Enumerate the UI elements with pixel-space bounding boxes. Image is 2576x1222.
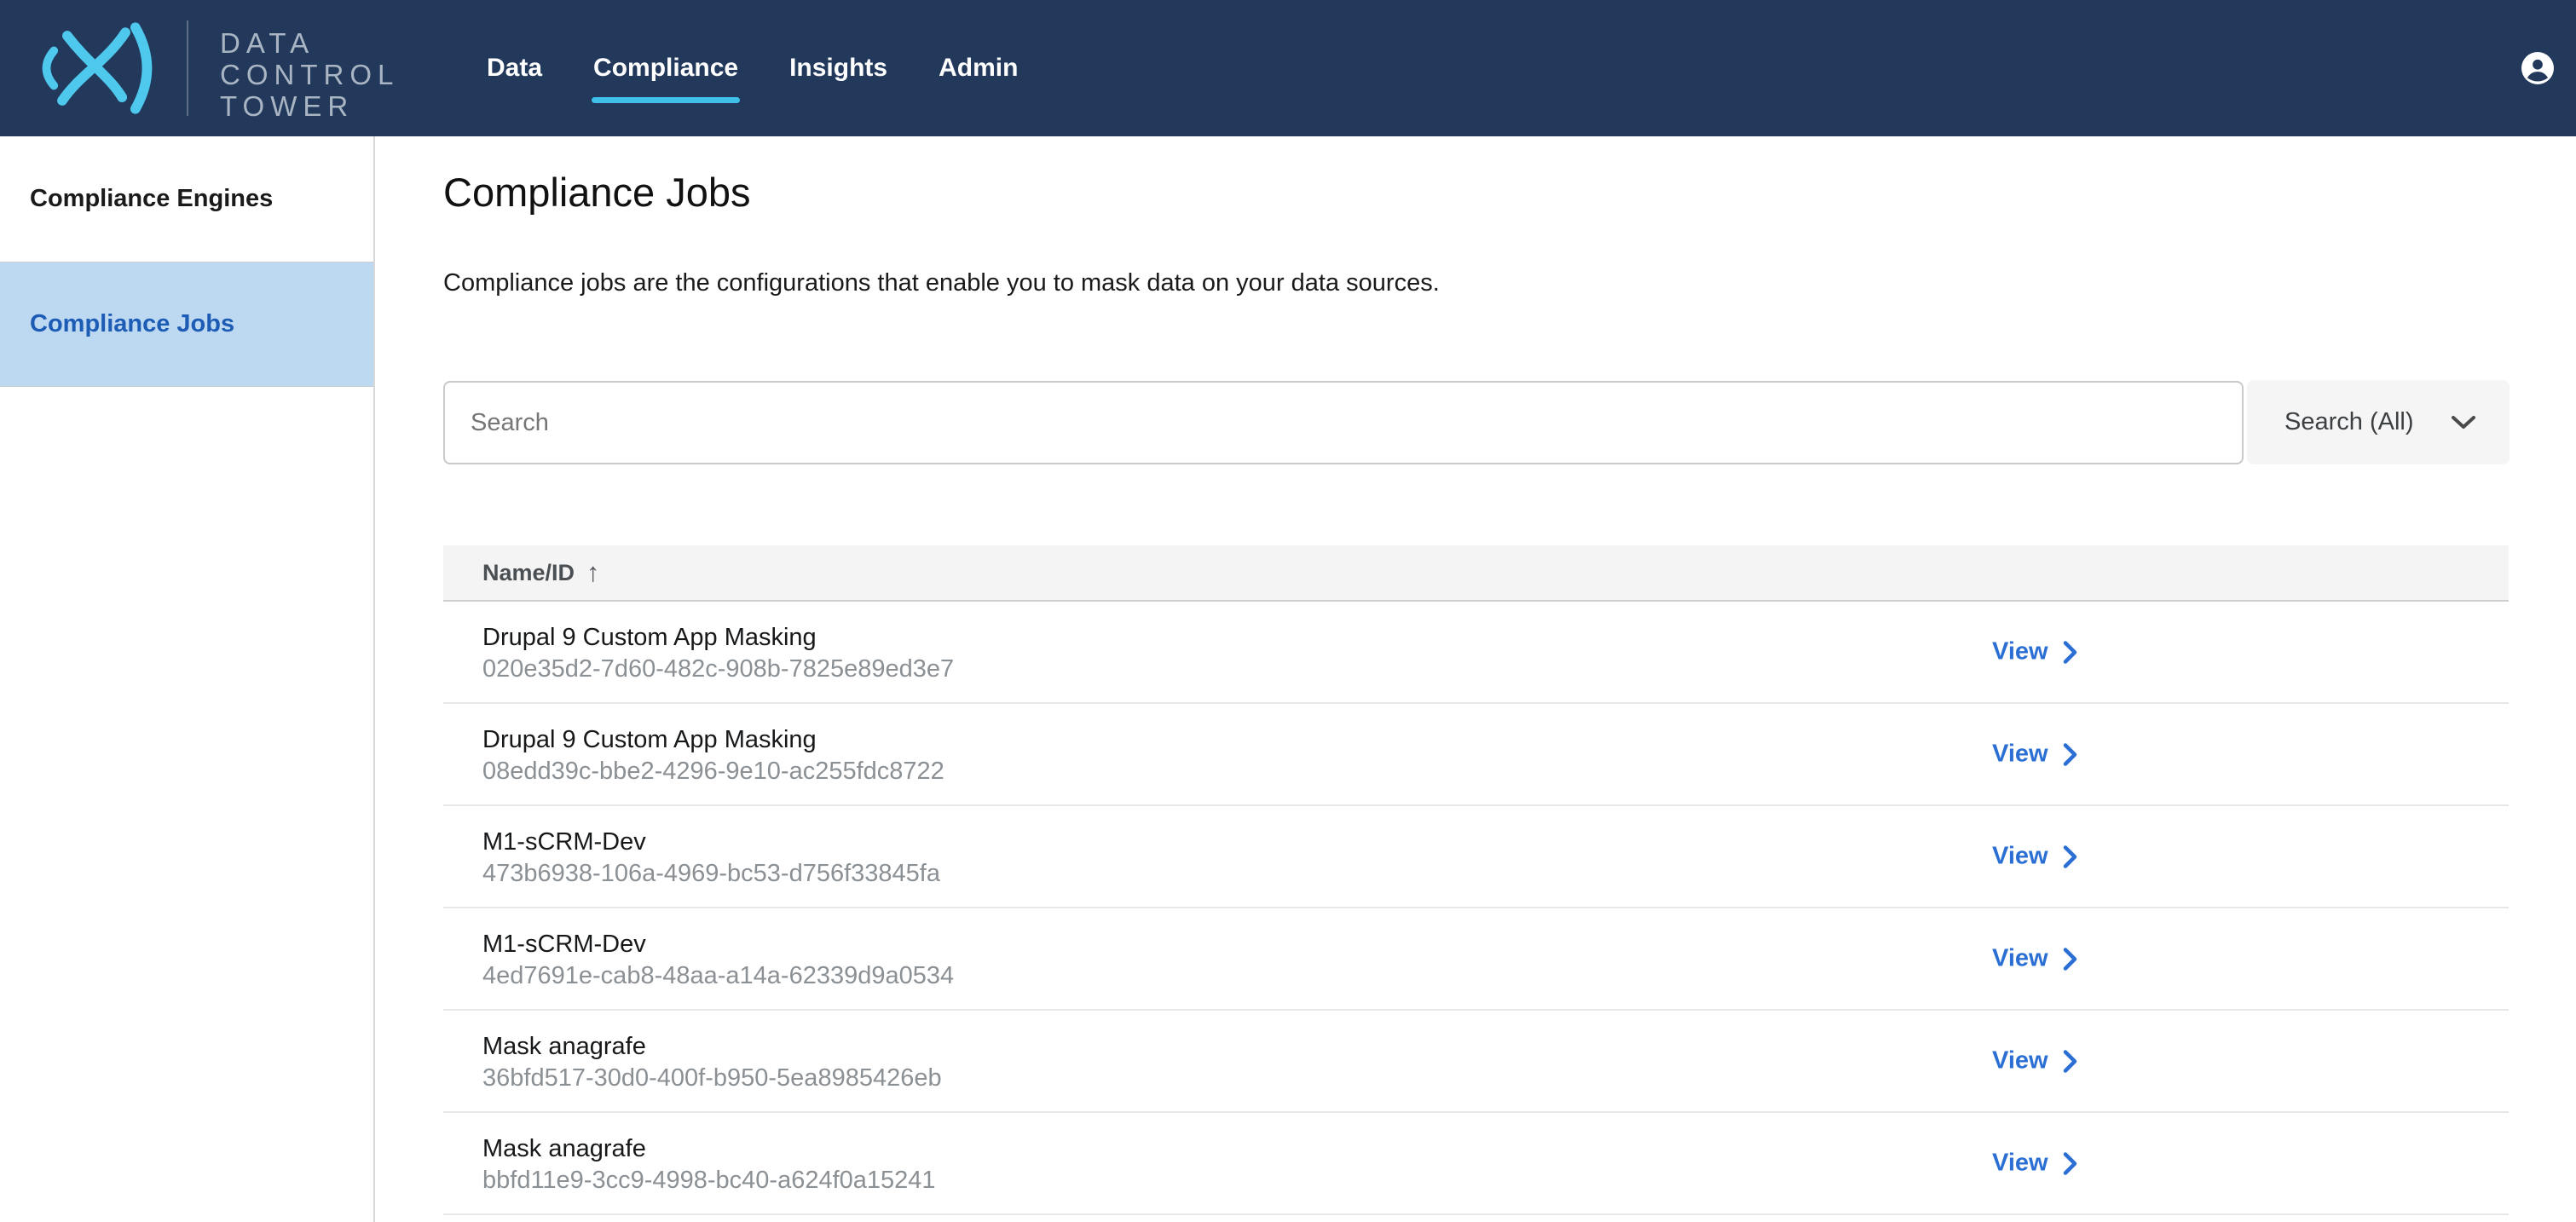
account-circle-icon[interactable] xyxy=(2521,52,2554,84)
logo-wordmark: DATA CONTROL TOWER xyxy=(220,27,399,122)
chevron-right-icon xyxy=(2062,639,2078,665)
view-link[interactable]: View xyxy=(1992,945,2078,973)
view-link-label: View xyxy=(1992,638,2048,666)
compliance-sidebar: Compliance Engines Compliance Jobs xyxy=(0,136,375,1222)
job-id: 473b6938-106a-4969-bc53-d756f33845fa xyxy=(482,858,2509,890)
top-navbar: DATA CONTROL TOWER Data Compliance Insig… xyxy=(0,0,2576,136)
search-scope-dropdown[interactable]: Search (All) xyxy=(2247,380,2510,464)
table-row: Drupal 9 Custom App Masking 020e35d2-7d6… xyxy=(443,602,2509,704)
view-link[interactable]: View xyxy=(1992,1150,2078,1178)
table-row: M1-sCRM-Dev 4ed7691e-cab8-48aa-a14a-6233… xyxy=(443,908,2509,1011)
view-link[interactable]: View xyxy=(1992,1047,2078,1075)
column-header-name-id[interactable]: Name/ID xyxy=(482,560,575,586)
table-row: Mask anagrafe 36bfd517-30d0-400f-b950-5e… xyxy=(443,1011,2509,1113)
chevron-down-icon xyxy=(2450,414,2477,431)
search-input[interactable] xyxy=(443,381,2244,464)
nav-item-compliance[interactable]: Compliance xyxy=(593,54,738,83)
view-link[interactable]: View xyxy=(1992,741,2078,769)
table-row: Drupal 9 Custom App Masking 08edd39c-bbe… xyxy=(443,704,2509,806)
view-link[interactable]: View xyxy=(1992,843,2078,871)
view-link-label: View xyxy=(1992,741,2048,769)
table-row: Mask anagrafe bbfd11e9-3cc9-4998-bc40-a6… xyxy=(443,1113,2509,1215)
job-name: Mask anagrafe xyxy=(482,1133,2509,1165)
chevron-right-icon xyxy=(2062,1150,2078,1176)
job-name: Drupal 9 Custom App Masking xyxy=(482,622,2509,654)
view-link-label: View xyxy=(1992,843,2048,871)
sidebar-item-compliance-engines[interactable]: Compliance Engines xyxy=(0,136,373,262)
page-title: Compliance Jobs xyxy=(443,169,751,216)
page-description: Compliance jobs are the configurations t… xyxy=(443,268,1440,298)
sidebar-item-compliance-jobs[interactable]: Compliance Jobs xyxy=(0,262,373,387)
nav-item-insights[interactable]: Insights xyxy=(789,54,887,83)
nav-item-admin[interactable]: Admin xyxy=(939,54,1018,83)
chevron-right-icon xyxy=(2062,844,2078,869)
job-name: M1-sCRM-Dev xyxy=(482,827,2509,858)
job-id: 08edd39c-bbe2-4296-9e10-ac255fdc8722 xyxy=(482,756,2509,787)
search-scope-label: Search (All) xyxy=(2284,408,2414,436)
chevron-right-icon xyxy=(2062,1048,2078,1074)
logo-divider xyxy=(187,20,188,116)
table-header-row: Name/ID ↑ xyxy=(443,545,2509,602)
table-row: M1-sCRM-Dev 473b6938-106a-4969-bc53-d756… xyxy=(443,806,2509,908)
job-id: 36bfd517-30d0-400f-b950-5ea8985426eb xyxy=(482,1063,2509,1094)
main-nav: Data Compliance Insights Admin xyxy=(487,0,1018,136)
view-link-label: View xyxy=(1992,1047,2048,1075)
job-name: Drupal 9 Custom App Masking xyxy=(482,724,2509,756)
job-name: Mask anagrafe xyxy=(482,1031,2509,1063)
job-id: bbfd11e9-3cc9-4998-bc40-a624f0a15241 xyxy=(482,1165,2509,1196)
view-link-label: View xyxy=(1992,945,2048,973)
view-link[interactable]: View xyxy=(1992,638,2078,666)
job-id: 4ed7691e-cab8-48aa-a14a-62339d9a0534 xyxy=(482,960,2509,992)
view-link-label: View xyxy=(1992,1150,2048,1178)
dct-logo-icon xyxy=(29,22,162,114)
job-name: M1-sCRM-Dev xyxy=(482,929,2509,960)
chevron-right-icon xyxy=(2062,741,2078,767)
sort-ascending-icon[interactable]: ↑ xyxy=(586,557,600,588)
nav-item-data[interactable]: Data xyxy=(487,54,542,83)
job-id: 020e35d2-7d60-482c-908b-7825e89ed3e7 xyxy=(482,654,2509,685)
compliance-jobs-table: Name/ID ↑ Drupal 9 Custom App Masking 02… xyxy=(443,545,2509,1215)
chevron-right-icon xyxy=(2062,946,2078,971)
